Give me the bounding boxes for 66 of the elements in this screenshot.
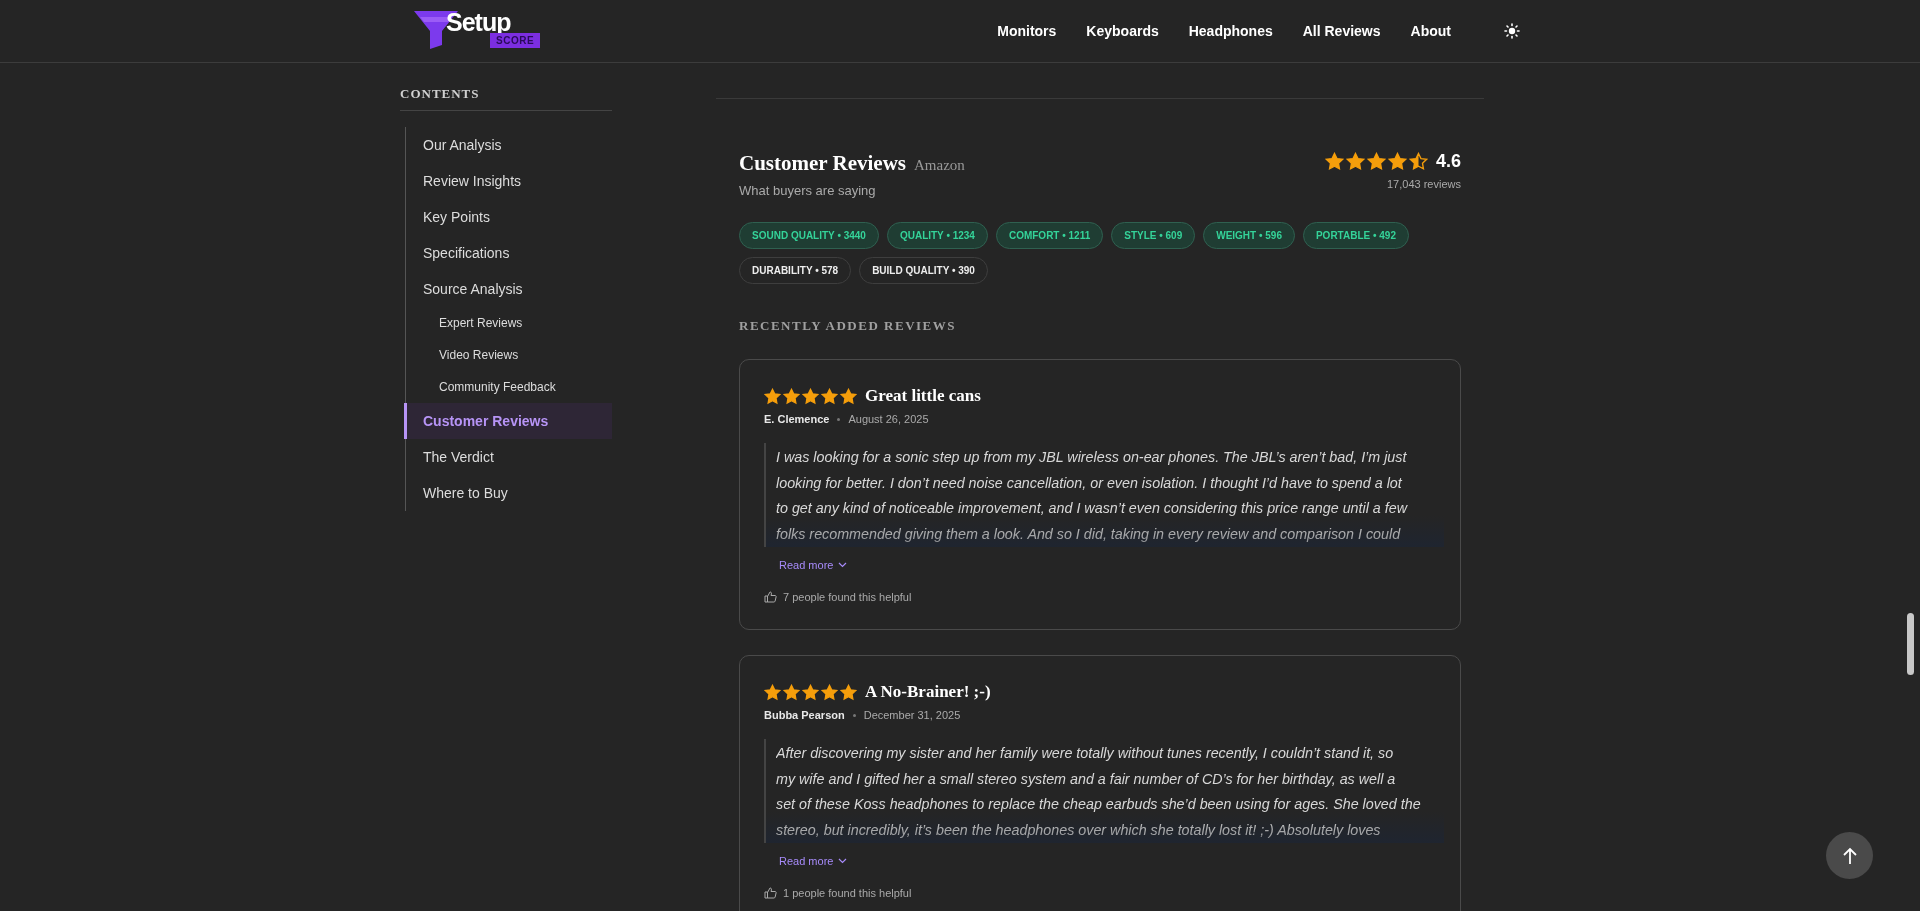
star-icon	[1345, 152, 1365, 171]
source-label: Amazon	[914, 157, 965, 173]
toc-item[interactable]: Review Insights	[406, 163, 612, 199]
nav-link[interactable]: Headphones	[1173, 17, 1288, 45]
topic-tag[interactable]: STYLE • 609	[1111, 222, 1196, 249]
chevron-down-icon	[838, 858, 848, 864]
toc-item[interactable]: Video Reviews	[406, 339, 612, 371]
toc-item[interactable]: Source Analysis	[406, 271, 612, 307]
star-icon	[783, 683, 800, 701]
toc-item[interactable]: Key Points	[406, 199, 612, 235]
review-date: December 31, 2025	[863, 709, 961, 721]
nav-link[interactable]: About	[1395, 17, 1466, 45]
review-author: E. Clemence	[764, 413, 830, 425]
review-title: Great little cans	[865, 386, 981, 406]
thumbs-up-icon[interactable]	[764, 887, 777, 899]
scrollbar-thumb[interactable]	[1907, 613, 1914, 675]
rating-value: 4.6	[1435, 151, 1461, 172]
chevron-down-icon	[838, 562, 848, 568]
review-text: I was looking for a sonic step up from my JBL wireless on-ear phones. The JBL’s aren’t bad, I’m just looking for better. I don’t need noise cancellation, or even isolation. I thought I’d have to spend a lot to get any kind of noticeable improvement, and I wasn’t even considering this price range until a few folks recommended giving them a look. And so I did, taking in every review and comparison I could	[776, 448, 1409, 544]
topic-tag[interactable]: COMFORT • 1211	[995, 222, 1104, 249]
toc-item[interactable]: The Verdict	[406, 439, 612, 475]
review-date: August 26, 2025	[848, 413, 929, 425]
star-icon	[1408, 152, 1428, 171]
star-icon	[764, 683, 781, 701]
read-more-link[interactable]: Read more	[779, 855, 848, 867]
back-to-top-button[interactable]	[1826, 832, 1873, 879]
review-title: A No-Brainer! ;-)	[865, 682, 991, 702]
toc-item[interactable]: Specifications	[406, 235, 612, 271]
contents-heading: CONTENTS	[400, 86, 612, 111]
topic-tag[interactable]: WEIGHT • 596	[1203, 222, 1295, 249]
star-icon	[1324, 152, 1344, 171]
star-icon	[840, 683, 857, 701]
toc-item[interactable]: Community Feedback	[406, 371, 612, 403]
star-icon	[1366, 152, 1386, 171]
logo-text[interactable]: Setup	[446, 9, 511, 35]
thumbs-up-icon[interactable]	[764, 591, 777, 603]
star-icon	[783, 387, 800, 405]
review-count: 17,043 reviews	[1386, 178, 1461, 190]
recent-reviews-heading: RECENTLY ADDED REVIEWS	[739, 318, 957, 334]
star-icon	[821, 683, 838, 701]
topic-tag[interactable]: QUALITY • 1234	[886, 222, 988, 249]
helpful-count: 1 people found this helpful	[783, 887, 912, 899]
section-subtitle: What buyers are saying	[739, 183, 877, 198]
review-text: After discovering my sister and her family were totally without tunes recently, I couldn’t stand it, so my wife and I gifted her a small stereo system and a fair number of CD’s for her birthday, as well a set of these Koss headphones to replace the cheap earbuds she’d been using for ages. She loved the stereo, but incredibly, it’s been the headphones over which she totally lost it! ;-) Absolutely loves	[776, 744, 1422, 840]
helpful-count: 7 people found this helpful	[783, 591, 912, 603]
toc-item[interactable]: Our Analysis	[406, 127, 612, 163]
star-icon	[840, 387, 857, 405]
nav-link[interactable]: Keyboards	[1071, 17, 1174, 45]
star-icon	[802, 387, 819, 405]
arrow-up-icon	[1841, 846, 1858, 865]
nav-link[interactable]: All Reviews	[1287, 17, 1396, 45]
read-more-link[interactable]: Read more	[779, 559, 848, 571]
star-icon	[1387, 152, 1407, 171]
star-icon	[764, 387, 781, 405]
sun-icon[interactable]	[1504, 23, 1520, 39]
nav-link[interactable]: Monitors	[982, 17, 1072, 45]
topic-tag[interactable]: PORTABLE • 492	[1302, 222, 1409, 249]
star-icon	[821, 387, 838, 405]
logo-badge: SCORE	[490, 33, 541, 48]
toc-item[interactable]: Customer Reviews	[404, 403, 612, 439]
toc-item[interactable]: Where to Buy	[406, 475, 612, 511]
review-author: Bubba Pearson	[764, 709, 845, 721]
section-title: Customer Reviews	[739, 151, 906, 175]
star-icon	[802, 683, 819, 701]
topic-tag[interactable]: SOUND QUALITY • 3440	[739, 222, 879, 249]
toc-item[interactable]: Expert Reviews	[406, 307, 612, 339]
